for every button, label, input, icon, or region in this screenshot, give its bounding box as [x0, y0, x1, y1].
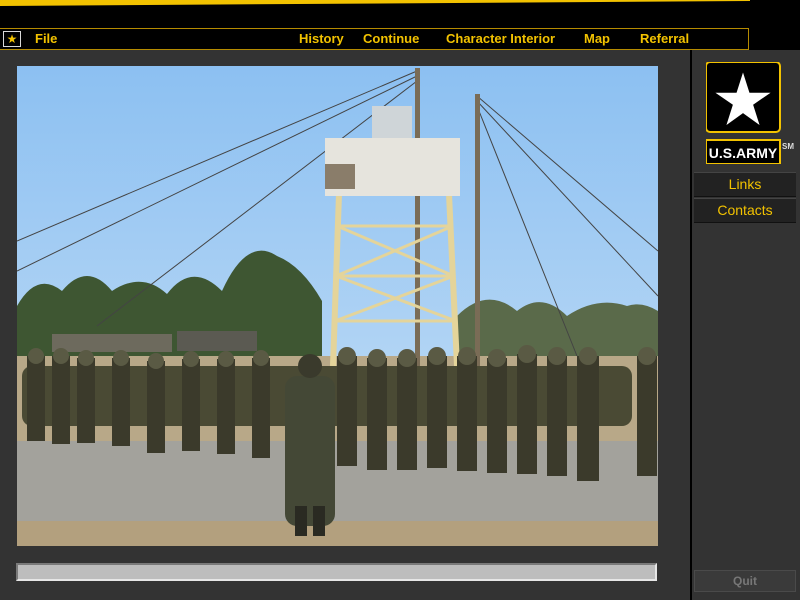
menu-continue[interactable]: Continue	[363, 31, 419, 47]
menu-bar: ★ File History Continue Character Interi…	[0, 28, 749, 50]
contacts-button[interactable]: Contacts	[694, 198, 796, 223]
training-photo	[17, 66, 658, 546]
service-mark: SM	[782, 142, 794, 151]
top-accent-stripe	[0, 0, 750, 6]
logo-text: U.S.ARMY	[709, 145, 778, 161]
links-button[interactable]: Links	[694, 172, 796, 197]
progress-bar	[16, 563, 657, 581]
menu-map[interactable]: Map	[584, 31, 610, 47]
star-icon[interactable]: ★	[3, 31, 21, 47]
menu-referral[interactable]: Referral	[640, 31, 689, 47]
menu-character-interior[interactable]: Character Interior	[446, 31, 555, 47]
quit-button[interactable]: Quit	[694, 570, 796, 592]
us-army-logo[interactable]: U.S.ARMY	[705, 61, 782, 165]
menu-file[interactable]: File	[35, 31, 57, 47]
menu-history[interactable]: History	[299, 31, 344, 47]
